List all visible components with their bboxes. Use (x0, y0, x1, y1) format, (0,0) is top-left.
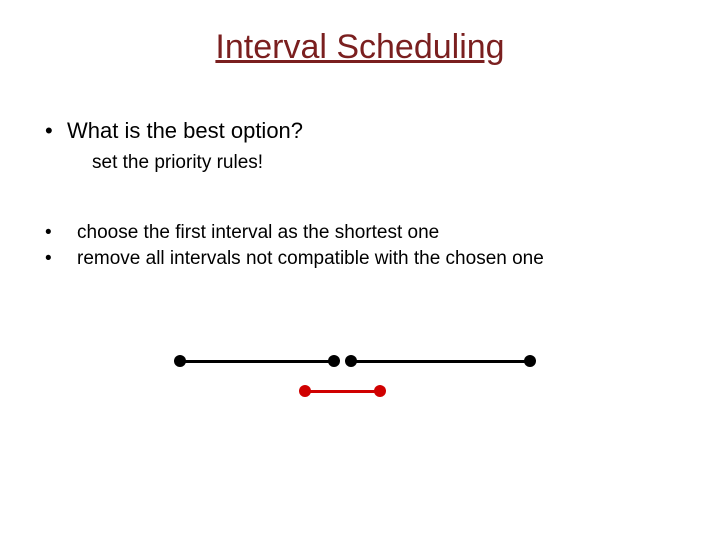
endpoint-icon (174, 355, 186, 367)
slide-title: Interval Scheduling (0, 28, 720, 67)
endpoint-icon (299, 385, 311, 397)
bullet-step-2: •remove all intervals not compatible wit… (45, 248, 544, 270)
endpoint-icon (374, 385, 386, 397)
bullet-dot-icon: • (45, 222, 77, 244)
endpoint-icon (524, 355, 536, 367)
bullet-main-text: What is the best option? (67, 118, 303, 143)
endpoint-icon (345, 355, 357, 367)
endpoint-icon (328, 355, 340, 367)
interval-black-right (351, 360, 530, 363)
interval-red (305, 390, 380, 393)
step2-text: remove all intervals not compatible with… (77, 248, 544, 269)
bullet-dot-icon: • (45, 248, 77, 270)
bullet-main: •What is the best option? (45, 118, 303, 144)
sub-line: set the priority rules! (92, 152, 263, 174)
step1-text: choose the first interval as the shortes… (77, 222, 439, 243)
interval-diagram (0, 340, 720, 440)
bullet-dot-icon: • (45, 118, 67, 144)
bullet-step-1: •choose the first interval as the shorte… (45, 222, 439, 244)
slide: Interval Scheduling •What is the best op… (0, 0, 720, 540)
interval-black-left (180, 360, 334, 363)
